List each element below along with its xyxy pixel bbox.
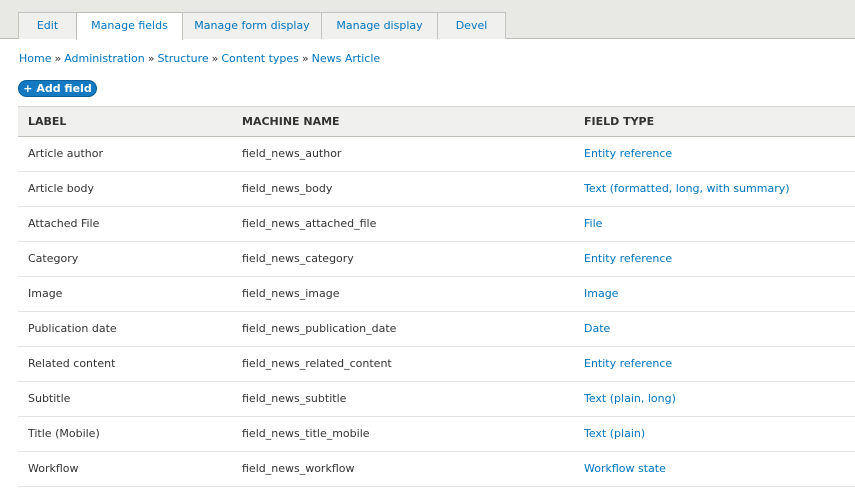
table-row: Category field_news_category Entity refe… (18, 242, 855, 277)
tab-edit[interactable]: Edit (18, 12, 77, 39)
add-field-button[interactable]: + Add field (18, 80, 97, 97)
breadcrumb-administration[interactable]: Administration (64, 52, 145, 65)
column-header-label: LABEL (28, 115, 67, 128)
field-machine-name: field_news_subtitle (242, 392, 347, 405)
tab-bar: Edit Manage fields Manage form display M… (0, 0, 855, 40)
field-machine-name: field_news_category (242, 252, 354, 265)
field-machine-name: field_news_related_content (242, 357, 392, 370)
field-label: Image (28, 287, 63, 300)
column-header-machine-name: MACHINE NAME (242, 115, 340, 128)
table-row: Subtitle field_news_subtitle Text (plain… (18, 382, 855, 417)
field-type-link[interactable]: Workflow state (584, 452, 666, 486)
field-type-link[interactable]: Entity reference (584, 137, 672, 171)
breadcrumb-separator: » (211, 52, 219, 65)
field-label: Article body (28, 182, 94, 195)
breadcrumb-separator: » (301, 52, 309, 65)
field-machine-name: field_news_image (242, 287, 340, 300)
field-label: Attached File (28, 217, 100, 230)
field-type-link[interactable]: Text (plain, long) (584, 382, 676, 416)
field-machine-name: field_news_body (242, 182, 333, 195)
table-row: Article body field_news_body Text (forma… (18, 172, 855, 207)
field-label: Workflow (28, 462, 79, 475)
tab-manage-form-display[interactable]: Manage form display (182, 12, 322, 39)
field-label: Title (Mobile) (28, 427, 100, 440)
fields-table: LABEL MACHINE NAME FIELD TYPE Article au… (18, 106, 855, 487)
field-machine-name: field_news_title_mobile (242, 427, 370, 440)
table-row: Image field_news_image Image (18, 277, 855, 312)
breadcrumb-home[interactable]: Home (19, 52, 51, 65)
table-header: LABEL MACHINE NAME FIELD TYPE (18, 106, 855, 137)
field-type-link[interactable]: Date (584, 312, 610, 346)
table-row: Workflow field_news_workflow Workflow st… (18, 452, 855, 487)
field-type-link[interactable]: Entity reference (584, 242, 672, 276)
table-row: Title (Mobile) field_news_title_mobile T… (18, 417, 855, 452)
column-header-field-type: FIELD TYPE (584, 115, 655, 128)
breadcrumb-news-article[interactable]: News Article (312, 52, 381, 65)
field-type-link[interactable]: Text (plain) (584, 417, 645, 451)
breadcrumb-structure[interactable]: Structure (157, 52, 208, 65)
table-row: Article author field_news_author Entity … (18, 137, 855, 172)
breadcrumb: Home» Administration» Structure» Content ty… (19, 52, 380, 65)
tab-manage-fields[interactable]: Manage fields (76, 12, 183, 40)
breadcrumb-separator: » (147, 52, 155, 65)
field-type-link[interactable]: Entity reference (584, 347, 672, 381)
tab-manage-display[interactable]: Manage display (321, 12, 438, 39)
field-machine-name: field_news_publication_date (242, 322, 397, 335)
breadcrumb-content-types[interactable]: Content types (221, 52, 299, 65)
field-label: Category (28, 252, 79, 265)
field-label: Subtitle (28, 392, 71, 405)
field-label: Related content (28, 357, 116, 370)
table-row: Attached File field_news_attached_file F… (18, 207, 855, 242)
field-label: Article author (28, 147, 104, 160)
field-machine-name: field_news_author (242, 147, 342, 160)
field-type-link[interactable]: Text (formatted, long, with summary) (584, 172, 790, 206)
field-machine-name: field_news_attached_file (242, 217, 377, 230)
breadcrumb-separator: » (54, 52, 62, 65)
field-label: Publication date (28, 322, 117, 335)
table-row: Publication date field_news_publication_… (18, 312, 855, 347)
field-type-link[interactable]: File (584, 207, 602, 241)
table-row: Related content field_news_related_conte… (18, 347, 855, 382)
tab-devel[interactable]: Devel (437, 12, 506, 39)
field-type-link[interactable]: Image (584, 277, 618, 311)
field-machine-name: field_news_workflow (242, 462, 355, 475)
